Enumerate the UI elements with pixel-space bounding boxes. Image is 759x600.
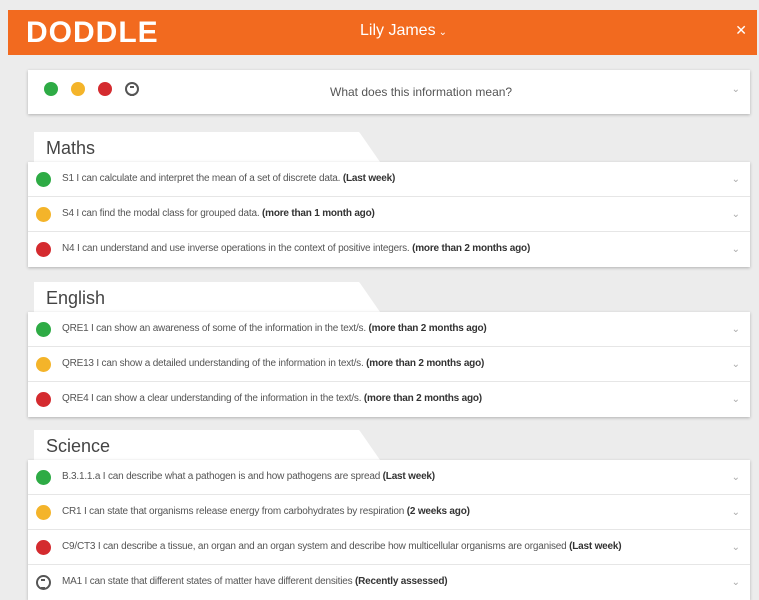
green-status-icon	[36, 172, 51, 187]
top-bar: DODDLE Lily James ⌄ ✕	[8, 10, 757, 55]
list-item[interactable]: QRE1 I can show an awareness of some of …	[28, 312, 750, 347]
list-item[interactable]: QRE13 I can show a detailed understandin…	[28, 347, 750, 382]
objective-text: S1 I can calculate and interpret the mea…	[62, 173, 396, 184]
list-item[interactable]: S1 I can calculate and interpret the mea…	[28, 162, 750, 197]
key-question[interactable]: What does this information mean?	[330, 85, 512, 99]
chevron-down-icon[interactable]: ⌄	[732, 244, 740, 255]
chevron-down-icon[interactable]: ⌄	[732, 394, 740, 405]
section-card-maths: S1 I can calculate and interpret the mea…	[28, 162, 750, 267]
red-status-icon	[98, 82, 112, 96]
green-status-icon	[44, 82, 58, 96]
list-item[interactable]: S4 I can find the modal class for groupe…	[28, 197, 750, 232]
key-panel[interactable]: What does this information mean? ⌄	[28, 70, 750, 114]
section-card-science: B.3.1.1.a I can describe what a pathogen…	[28, 460, 750, 600]
red-status-icon	[36, 242, 51, 257]
objective-text: CR1 I can state that organisms release e…	[62, 506, 470, 517]
list-item[interactable]: QRE4 I can show a clear understanding of…	[28, 382, 750, 417]
list-item[interactable]: MA1 I can state that different states of…	[28, 565, 750, 600]
list-item[interactable]: B.3.1.1.a I can describe what a pathogen…	[28, 460, 750, 495]
section-tab-science: Science	[34, 430, 380, 460]
section-title: Science	[46, 436, 111, 456]
objective-text: QRE4 I can show a clear understanding of…	[62, 393, 482, 404]
green-status-icon	[36, 322, 51, 337]
chevron-down-icon: ⌄	[438, 27, 447, 38]
objective-text: MA1 I can state that different states of…	[62, 576, 448, 587]
section-title: English	[46, 288, 106, 308]
doddle-logo[interactable]: DODDLE	[26, 17, 159, 49]
green-status-icon	[36, 470, 51, 485]
objective-text: C9/CT3 I can describe a tissue, an organ…	[62, 541, 622, 552]
chevron-down-icon[interactable]: ⌄	[732, 324, 740, 335]
chevron-down-icon[interactable]: ⌄	[732, 174, 740, 185]
amber-status-icon	[71, 82, 85, 96]
close-icon[interactable]: ✕	[735, 22, 747, 39]
chevron-down-icon[interactable]: ⌄	[732, 507, 740, 518]
hourglass-icon	[125, 82, 139, 96]
amber-status-icon	[36, 207, 51, 222]
section-title: Maths	[46, 138, 96, 158]
section-tab-english: English	[34, 282, 380, 312]
hourglass-icon	[36, 575, 51, 590]
chevron-down-icon[interactable]: ⌄	[732, 577, 740, 588]
red-status-icon	[36, 392, 51, 407]
chevron-down-icon[interactable]: ⌄	[732, 84, 740, 95]
status-key	[44, 82, 139, 96]
list-item[interactable]: CR1 I can state that organisms release e…	[28, 495, 750, 530]
objective-text: B.3.1.1.a I can describe what a pathogen…	[62, 471, 435, 482]
objective-text: QRE1 I can show an awareness of some of …	[62, 323, 487, 334]
chevron-down-icon[interactable]: ⌄	[732, 209, 740, 220]
chevron-down-icon[interactable]: ⌄	[732, 359, 740, 370]
objective-text: S4 I can find the modal class for groupe…	[62, 208, 375, 219]
amber-status-icon	[36, 505, 51, 520]
list-item[interactable]: C9/CT3 I can describe a tissue, an organ…	[28, 530, 750, 565]
red-status-icon	[36, 540, 51, 555]
section-card-english: QRE1 I can show an awareness of some of …	[28, 312, 750, 417]
objective-text: N4 I can understand and use inverse oper…	[62, 243, 531, 254]
chevron-down-icon[interactable]: ⌄	[732, 542, 740, 553]
objective-text: QRE13 I can show a detailed understandin…	[62, 358, 485, 369]
user-name: Lily James	[360, 22, 436, 39]
section-tab-maths: Maths	[34, 132, 380, 162]
amber-status-icon	[36, 357, 51, 372]
user-menu[interactable]: Lily James ⌄	[360, 22, 447, 40]
chevron-down-icon[interactable]: ⌄	[732, 472, 740, 483]
list-item[interactable]: N4 I can understand and use inverse oper…	[28, 232, 750, 267]
